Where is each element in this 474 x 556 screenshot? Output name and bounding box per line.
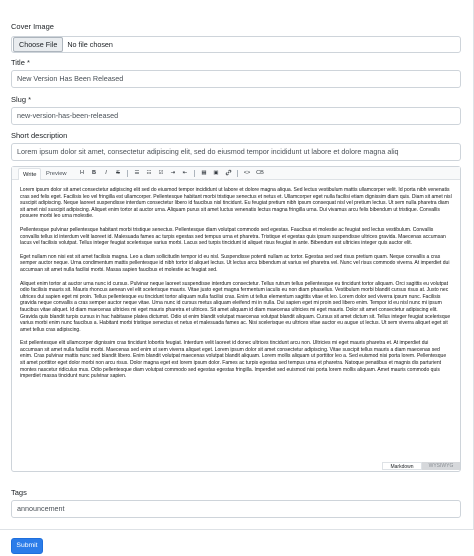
bold-icon[interactable]: B [90,169,98,178]
strikethrough-icon[interactable]: S [114,169,122,178]
slug-label-text: Slug [11,95,27,104]
cover-image-file-input[interactable]: Choose File No file chosen [11,36,461,53]
image-icon[interactable]: ▣ [212,169,220,178]
editor-content[interactable]: Lorem ipsum dolor sit amet consectetur a… [20,187,452,387]
title-label-text: Title [11,58,25,67]
editor-paragraph: Eget nullam non nisi est sit amet facili… [20,253,450,273]
title-label: Title * [11,58,30,67]
editor-mode-switch: Markdown WYSIWYG [12,461,460,471]
table-icon[interactable]: ▦ [200,169,208,178]
tab-preview[interactable]: Preview [42,168,71,180]
tab-write[interactable]: Write [18,168,42,180]
heading-icon[interactable]: H [78,169,86,178]
ordered-list-icon[interactable]: ☷ [145,169,153,178]
submit-button[interactable]: Submit [11,538,43,554]
short-description-input[interactable]: Lorem ipsum dolor sit amet, consectetur … [11,143,461,161]
unordered-list-icon[interactable]: ☰ [133,169,141,178]
link-glyph [225,169,231,176]
file-status-text: No file chosen [67,40,113,49]
wysiwyg-mode-button[interactable]: WYSIWYG [422,462,460,470]
slug-required-mark: * [28,95,32,104]
tags-input[interactable]: announcement [11,500,461,518]
editor-paragraph: Lorem ipsum dolor sit amet consectetur a… [20,187,452,220]
editor-toolbar: Write Preview H B I S ☰ ☷ ☑ ⇥ ⇤ ▦ ▣ <> C… [12,167,460,180]
toolbar-divider [194,170,195,177]
cover-image-label: Cover Image [11,22,54,31]
indent-icon[interactable]: ⇥ [169,169,177,178]
slug-input[interactable]: new-version-has-been-released [11,107,461,125]
toolbar-divider [127,170,128,177]
short-description-label: Short description [11,131,68,140]
code-block-icon[interactable]: CB [255,169,265,178]
task-list-icon[interactable]: ☑ [157,169,165,178]
editor-paragraph: Est pellentesque elit ullamcorper dignis… [20,340,447,380]
markdown-editor[interactable]: Write Preview H B I S ☰ ☷ ☑ ⇥ ⇤ ▦ ▣ <> C… [11,166,461,472]
editor-paragraph: Pellentesque pulvinar pellentesque habit… [20,226,446,247]
title-input[interactable]: New Version Has Been Released [11,70,461,88]
code-icon[interactable]: <> [242,169,252,178]
toolbar-divider [237,170,238,177]
markdown-mode-button[interactable]: Markdown [382,462,422,470]
italic-icon[interactable]: I [102,169,110,178]
tags-label: Tags [11,488,27,497]
editor-paragraph: Aliquet enim tortor at auctor urna nunc … [20,280,451,333]
title-required-mark: * [26,58,30,67]
choose-file-button[interactable]: Choose File [13,37,64,52]
outdent-icon[interactable]: ⇤ [181,169,189,178]
slug-label: Slug * [11,95,31,104]
link-icon[interactable] [224,169,232,178]
